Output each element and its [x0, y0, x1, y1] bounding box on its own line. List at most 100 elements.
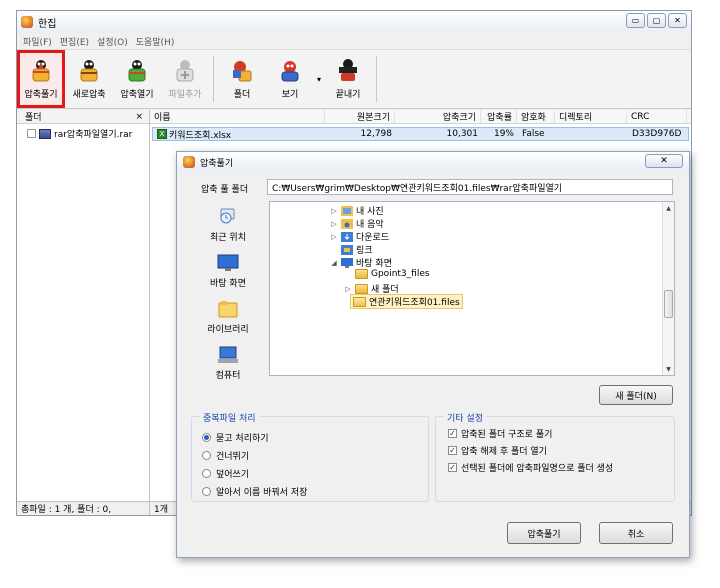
folder-pane-title: 폴더	[25, 113, 42, 123]
extract-button[interactable]: 압축풀기	[17, 50, 65, 108]
expand-arrow-icon[interactable]: ▷	[330, 207, 338, 215]
duplicate-group-label: 중복파일 처리	[200, 411, 259, 424]
tree-item-archive[interactable]: rar압축파일열기.rar	[17, 124, 149, 140]
folder-tree[interactable]: ▷ 내 사진 ▷ 내 음악 ▷ 다운로드 링크 ◢ 바탕 화면 Gpoint3_	[269, 201, 675, 376]
maximize-button[interactable]: ▢	[647, 13, 666, 28]
column-compressed-size[interactable]: 압축크기	[395, 110, 481, 123]
column-original-size[interactable]: 원본크기	[325, 110, 395, 123]
close-button[interactable]: ✕	[668, 13, 687, 28]
radio-overwrite-label: 덮어쓰기	[216, 470, 250, 480]
duplicate-handling-group: 중복파일 처리 묻고 처리하기 건너뛰기 덮어쓰기 알아서 이름 바꿔서 저장	[191, 411, 429, 502]
place-recent[interactable]: 최근 위치	[193, 202, 263, 248]
new-archive-label: 새로압축	[72, 90, 106, 100]
radio-auto-rename-dot[interactable]	[202, 487, 211, 496]
scroll-up-icon[interactable]: ▲	[663, 202, 674, 214]
downloads-folder-icon	[341, 232, 353, 242]
libraries-icon	[218, 300, 238, 317]
menu-help[interactable]: 도움말(H)	[132, 35, 179, 48]
add-file-button[interactable]: 파일추가	[161, 50, 209, 108]
folder-pane-close-icon[interactable]: ×	[135, 112, 143, 122]
checkbox-open-folder[interactable]: ✓	[448, 446, 457, 455]
folder-label: 폴더	[233, 90, 251, 100]
radio-ask[interactable]: 묻고 처리하기	[202, 431, 269, 444]
checkbox-create-folder[interactable]: ✓	[448, 463, 457, 472]
view-dropdown-arrow[interactable]: ▾	[314, 50, 324, 108]
tree-node-label: 바탕 화면	[356, 259, 392, 269]
column-crc[interactable]: CRC	[627, 110, 687, 123]
add-file-icon	[176, 60, 194, 82]
folder-icon	[233, 61, 252, 82]
file-list-header: 이름 원본크기 압축크기 압축률 암호화 디렉토리 CRC	[150, 110, 691, 124]
radio-skip[interactable]: 건너뛰기	[202, 449, 249, 462]
left-status-bar: 총파일 : 1 개, 폴더 : 0,	[17, 501, 149, 515]
check-create-folder[interactable]: ✓ 선택된 폴더에 압축파일명으로 폴더 생성	[448, 461, 613, 474]
row-name: 키워드조회.xlsx	[169, 130, 232, 141]
tree-node[interactable]: ▷ 내 사진	[330, 204, 384, 217]
menu-settings[interactable]: 설정(O)	[93, 35, 132, 48]
radio-skip-dot[interactable]	[202, 451, 211, 460]
toolbar: 압축풀기 새로압축 압축열기 파일추가 폴더 보기 ▾ 끝내기	[17, 49, 691, 109]
place-libraries-label: 라이브러리	[207, 324, 249, 335]
view-icon	[281, 61, 299, 82]
column-encrypted[interactable]: 암호화	[517, 110, 555, 123]
place-libraries[interactable]: 라이브러리	[193, 294, 263, 340]
desktop-icon	[217, 254, 239, 271]
open-archive-button[interactable]: 압축열기	[113, 50, 161, 108]
window-title: 한집	[38, 18, 57, 30]
place-desktop-label: 바탕 화면	[210, 278, 246, 289]
title-bar: 한집 ▭ ▢ ✕	[17, 11, 691, 33]
column-name[interactable]: 이름	[150, 110, 325, 123]
exit-label: 끝내기	[335, 90, 361, 100]
tree-node[interactable]: ◢ 바탕 화면	[330, 256, 392, 269]
check-open-folder[interactable]: ✓ 압축 해제 후 폴더 열기	[448, 444, 547, 457]
column-directory[interactable]: 디렉토리	[555, 110, 627, 123]
tree-node[interactable]: Gpoint3_files	[344, 269, 430, 279]
tree-node[interactable]: 링크	[330, 243, 373, 256]
scroll-thumb[interactable]	[664, 290, 673, 318]
expand-box-icon[interactable]	[27, 129, 36, 138]
exit-icon	[339, 59, 357, 81]
column-ratio[interactable]: 압축률	[481, 110, 517, 123]
view-button[interactable]: 보기	[266, 50, 314, 108]
folder-pane: 폴더 × rar압축파일열기.rar 총파일 : 1 개, 폴더 : 0,	[17, 110, 150, 515]
cancel-button[interactable]: 취소	[599, 522, 673, 544]
expand-arrow-icon[interactable]: ▷	[330, 233, 338, 241]
tree-node-selected[interactable]: 연관키워드조회01.files	[350, 294, 463, 309]
radio-ask-dot[interactable]	[202, 433, 211, 442]
scroll-down-icon[interactable]: ▼	[663, 363, 674, 375]
links-folder-icon	[341, 245, 353, 255]
place-recent-label: 최근 위치	[210, 232, 246, 243]
checkbox-keep-structure[interactable]: ✓	[448, 429, 457, 438]
folder-icon	[355, 283, 368, 294]
dialog-close-button[interactable]: ✕	[645, 154, 683, 168]
new-archive-button[interactable]: 새로압축	[65, 50, 113, 108]
radio-auto-rename[interactable]: 알아서 이름 바꿔서 저장	[202, 485, 307, 498]
minimize-button[interactable]: ▭	[626, 13, 645, 28]
radio-overwrite[interactable]: 덮어쓰기	[202, 467, 249, 480]
excel-file-icon: X	[157, 129, 167, 139]
expand-arrow-icon[interactable]: ▷	[344, 285, 352, 293]
place-computer[interactable]: 컴퓨터	[193, 340, 263, 386]
tree-node-label: 링크	[356, 246, 373, 256]
tree-node[interactable]: ▷ 다운로드	[330, 230, 389, 243]
table-row[interactable]: X 키워드조회.xlsx 12,798 10,301 19% False D33…	[152, 127, 689, 141]
place-desktop[interactable]: 바탕 화면	[193, 248, 263, 294]
other-group-label: 기타 설정	[444, 411, 486, 424]
exit-button[interactable]: 끝내기	[324, 50, 372, 108]
tree-scrollbar[interactable]: ▲ ▼	[662, 202, 674, 375]
folder-icon	[355, 269, 368, 279]
row-compressed-size: 10,301	[446, 129, 479, 139]
collapse-arrow-icon[interactable]: ◢	[330, 259, 338, 267]
tree-node[interactable]: ▷ 내 음악	[330, 217, 384, 230]
radio-overwrite-dot[interactable]	[202, 469, 211, 478]
check-keep-structure[interactable]: ✓ 압축된 폴더 구조로 풀기	[448, 427, 552, 440]
destination-path-input[interactable]: C:₩Users₩grim₩Desktop₩연관키워드조회01.files₩ra…	[267, 179, 673, 195]
toolbar-separator-end	[376, 56, 377, 102]
new-folder-button[interactable]: 새 폴더(N)	[599, 385, 673, 405]
pictures-folder-icon	[341, 206, 353, 216]
menu-file[interactable]: 파일(F)	[19, 35, 56, 48]
extract-ok-button[interactable]: 압축풀기	[507, 522, 581, 544]
expand-arrow-icon[interactable]: ▷	[330, 220, 338, 228]
folder-button[interactable]: 폴더	[218, 50, 266, 108]
menu-edit[interactable]: 편집(E)	[56, 35, 93, 48]
